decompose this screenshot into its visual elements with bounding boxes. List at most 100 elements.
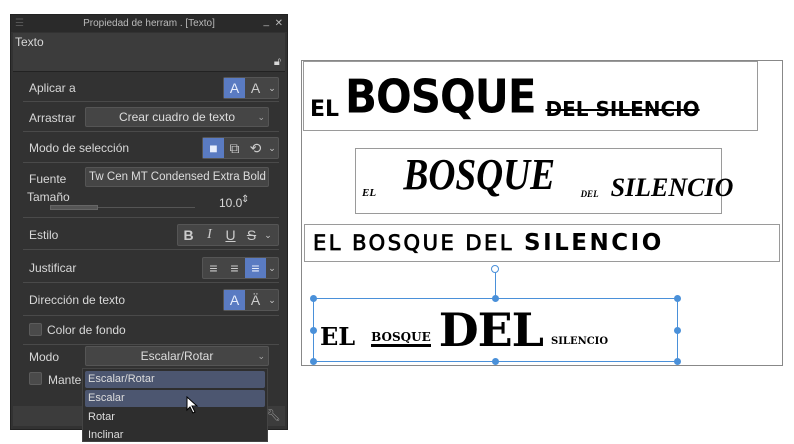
text-el: EL xyxy=(310,97,340,122)
text-del: DEL xyxy=(580,189,599,199)
text-el-bosque-del: EL BOSQUE DEL xyxy=(313,231,515,256)
text-box-4-selected[interactable]: EL BOSQUE DEL SILENCIO xyxy=(313,298,678,362)
row-bg-color: Color de fondo xyxy=(23,317,279,345)
label-justify: Justificar xyxy=(29,261,77,275)
text-bosque: BOSQUE xyxy=(345,69,536,123)
new-selection-icon[interactable]: ■ xyxy=(203,138,224,158)
resize-handle-br[interactable] xyxy=(674,358,681,365)
resize-handle-l[interactable] xyxy=(310,327,317,334)
align-left-icon[interactable]: ≡ xyxy=(203,258,224,278)
resize-handle-tl[interactable] xyxy=(310,295,317,302)
slider-fill xyxy=(50,205,98,210)
text-settings-icon[interactable]: A xyxy=(245,78,266,98)
row-apply-to: Aplicar a A A ⌄ xyxy=(23,75,279,102)
text-el: EL xyxy=(320,322,356,351)
switch-selection-icon[interactable]: ⟲ xyxy=(245,138,266,158)
selection-mode-group: ■ ⧉ ⟲ ⌄ xyxy=(202,137,279,159)
menu-item-rotate[interactable]: Rotar xyxy=(85,409,265,426)
bold-button[interactable]: B xyxy=(178,225,199,245)
label-font: Fuente xyxy=(29,172,67,186)
vertical-text-icon[interactable]: Ä xyxy=(245,290,266,310)
style-group: B I U S ⌄ xyxy=(177,224,279,246)
menu-item-skew[interactable]: Inclinar xyxy=(85,427,265,444)
text-box-1[interactable]: EL BOSQUE DEL SILENCIO xyxy=(303,61,758,131)
mode-dropdown-menu: Escalar/Rotar Escalar Rotar Inclinar xyxy=(82,368,268,442)
wrench-icon[interactable]: 🔧︎ xyxy=(266,408,281,422)
italic-button[interactable]: I xyxy=(199,225,220,245)
apply-to-group: A A ⌄ xyxy=(223,77,279,99)
text-el: EL xyxy=(362,187,377,199)
align-right-icon[interactable]: ≡ xyxy=(245,258,266,278)
text-silencio: SILENCIO xyxy=(524,230,664,256)
panel-titlebar[interactable]: ☰ Propiedad de herram . [Texto] _ ✕ xyxy=(11,15,287,32)
label-mode: Modo xyxy=(29,350,60,364)
row-font: Fuente Tw Cen MT Condensed Extra Bold ⌄ T… xyxy=(23,164,279,218)
label-keep: Manter xyxy=(48,373,86,387)
rotate-handle-line xyxy=(495,270,496,298)
menu-icon[interactable]: ☰ xyxy=(15,15,24,32)
chevron-down-icon[interactable]: ⌄ xyxy=(266,258,278,278)
menu-item-scale-rotate[interactable]: Escalar/Rotar xyxy=(85,371,265,388)
align-center-icon[interactable]: ≡ xyxy=(224,258,245,278)
bg-color-checkbox[interactable] xyxy=(29,323,42,336)
menu-item-scale[interactable]: Escalar xyxy=(85,390,265,407)
mode-value: Escalar/Rotar xyxy=(140,349,214,363)
label-text-direction: Dirección de texto xyxy=(29,293,126,307)
underline-button[interactable]: U xyxy=(220,225,241,245)
drag-select[interactable]: Crear cuadro de texto ⌄ xyxy=(85,107,269,127)
text-silencio: SILENCIO xyxy=(551,336,609,347)
section-title: Texto xyxy=(15,35,44,49)
justify-group: ≡ ≡ ≡ ⌄ xyxy=(202,257,279,279)
chevron-down-icon[interactable]: ⌄ xyxy=(266,138,278,158)
minimize-icon[interactable]: _ xyxy=(263,13,269,30)
row-drag: Arrastrar Crear cuadro de texto ⌄ xyxy=(23,103,279,132)
text-bosque: BOSQUE xyxy=(371,330,431,347)
horizontal-text-icon[interactable]: A xyxy=(224,290,245,310)
row-justify: Justificar ≡ ≡ ≡ ⌄ xyxy=(23,251,279,283)
row-style: Estilo B I U S ⌄ xyxy=(23,219,279,250)
chevron-down-icon[interactable]: ⌄ xyxy=(266,290,278,310)
keep-checkbox[interactable] xyxy=(29,372,42,385)
text-icon[interactable]: A xyxy=(224,78,245,98)
resize-handle-bl[interactable] xyxy=(310,358,317,365)
text-del: DEL xyxy=(438,303,544,357)
text-box-3[interactable]: EL BOSQUE DEL SILENCIO xyxy=(304,224,780,262)
row-selection-mode: Modo de selección ■ ⧉ ⟲ ⌄ xyxy=(23,133,279,163)
stepper-icon[interactable]: ⇕ xyxy=(241,194,249,205)
panel-title: Propiedad de herram . [Texto] xyxy=(83,18,215,29)
row-text-direction: Dirección de texto A Ä ⌄ xyxy=(23,284,279,316)
chevron-down-icon[interactable]: ⌄ xyxy=(262,225,274,245)
label-style: Estilo xyxy=(29,228,59,242)
size-value[interactable]: 10.0 xyxy=(219,196,242,210)
label-apply-to: Aplicar a xyxy=(29,81,76,95)
font-value: Tw Cen MT Condensed Extra Bold xyxy=(89,171,266,183)
text-silencio: SILENCIO xyxy=(610,173,734,202)
chevron-down-icon: ⌄ xyxy=(257,112,265,122)
size-slider[interactable] xyxy=(50,205,195,210)
label-bg-color: Color de fondo xyxy=(47,323,126,337)
close-icon[interactable]: ✕ xyxy=(275,15,283,32)
font-select[interactable]: Tw Cen MT Condensed Extra Bold ⌄ xyxy=(85,167,269,187)
lock-icon[interactable]: 🔓︎ xyxy=(274,56,281,69)
resize-handle-r[interactable] xyxy=(674,327,681,334)
resize-handle-tr[interactable] xyxy=(674,295,681,302)
add-selection-icon[interactable]: ⧉ xyxy=(224,138,245,158)
text-box-2[interactable]: EL BOSQUE DEL SILENCIO xyxy=(355,148,733,214)
chevron-down-icon: ⌄ xyxy=(257,351,265,361)
mouse-cursor-icon xyxy=(186,396,199,414)
chevron-down-icon[interactable]: ⌄ xyxy=(266,78,278,98)
tool-section: Texto 🔓︎ xyxy=(13,33,285,72)
label-size: Tamaño xyxy=(27,190,70,204)
text-del-silencio: DEL SILENCIO xyxy=(545,97,700,121)
mode-select[interactable]: Escalar/Rotar ⌄ xyxy=(85,346,269,366)
strikethrough-button[interactable]: S xyxy=(241,225,262,245)
drag-value: Crear cuadro de texto xyxy=(118,110,236,124)
direction-group: A Ä ⌄ xyxy=(223,289,279,311)
label-selection-mode: Modo de selección xyxy=(29,141,130,155)
resize-handle-t[interactable] xyxy=(492,295,499,302)
label-drag: Arrastrar xyxy=(29,111,76,125)
text-bosque: BOSQUE xyxy=(403,150,556,199)
chevron-down-icon: ⌄ xyxy=(257,172,265,182)
resize-handle-b[interactable] xyxy=(492,358,499,365)
rotate-handle[interactable] xyxy=(491,265,499,273)
